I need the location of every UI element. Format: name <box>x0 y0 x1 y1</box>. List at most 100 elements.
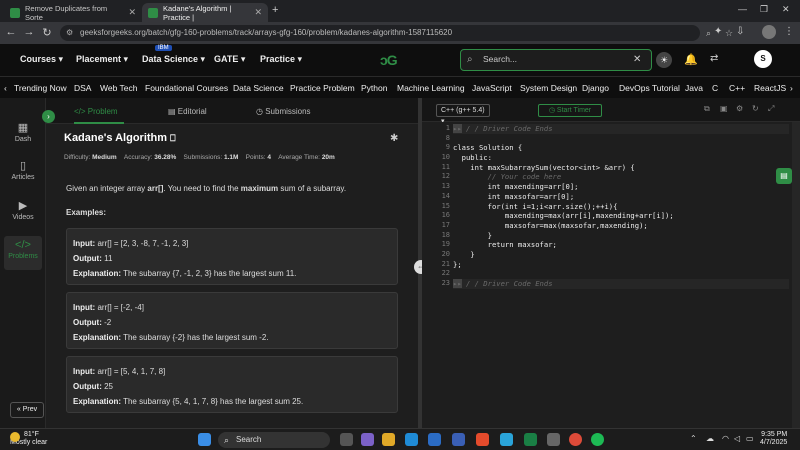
nav-courses[interactable]: Courses ▾ <box>20 54 63 65</box>
profile-avatar-icon[interactable] <box>762 25 776 39</box>
windows-start-icon[interactable] <box>198 433 211 446</box>
category-item[interactable]: DevOps Tutorial <box>619 83 680 93</box>
sidebar-item-videos[interactable]: ▶ Videos <box>4 196 42 230</box>
copilot-icon[interactable] <box>361 433 374 446</box>
code-line[interactable]: maxending=max(arr[i],maxending+arr[i]); <box>453 211 789 221</box>
tab-submissions[interactable]: ◷ Submissions <box>256 107 311 116</box>
notification-bell-icon[interactable]: 🔔 <box>684 53 698 66</box>
settings-gear-icon[interactable]: ⚙ <box>736 104 743 113</box>
nav-data-science[interactable]: Data Science ▾ <box>142 54 205 65</box>
category-item[interactable]: Data Science <box>233 83 284 93</box>
browser-tab-kadane[interactable]: Kadane's Algorithm | Practice | ✕ <box>142 3 268 22</box>
chat-float-icon[interactable]: ▤ <box>776 168 792 184</box>
category-item[interactable]: Foundational Courses <box>145 83 228 93</box>
app-icon[interactable] <box>452 433 465 446</box>
category-item[interactable]: DSA <box>74 83 91 93</box>
volume-icon[interactable]: ◁ <box>734 434 740 443</box>
app-icon[interactable] <box>547 433 560 446</box>
code-line[interactable]: ▸▸ / / Driver Code Ends <box>453 124 789 134</box>
code-line[interactable]: } <box>453 231 789 241</box>
category-item[interactable]: Practice Problem <box>290 83 355 93</box>
fold-marker-icon[interactable]: ▸▸ <box>453 279 462 288</box>
code-line[interactable] <box>453 269 789 279</box>
template-icon[interactable]: ▣ <box>720 104 728 113</box>
forward-icon[interactable]: → <box>22 26 36 38</box>
minimize-icon[interactable]: — <box>738 4 747 14</box>
sidebar-item-problems[interactable]: </> Problems <box>4 236 42 270</box>
app-icon[interactable] <box>524 433 537 446</box>
code-line[interactable]: public: <box>453 153 789 163</box>
nav-gate[interactable]: GATE ▾ <box>214 54 245 65</box>
code-line[interactable]: maxsofar=max(maxsofar,maxending); <box>453 221 789 231</box>
wifi-icon[interactable]: ◠ <box>722 434 729 443</box>
code-line[interactable]: return maxsofar; <box>453 240 789 250</box>
edge-icon[interactable] <box>405 433 418 446</box>
copy-icon[interactable]: ⧉ <box>704 104 710 114</box>
code-line[interactable]: int maxending=arr[0]; <box>453 182 789 192</box>
code-area[interactable]: ▸▸ / / Driver Code Ends class Solution { … <box>453 122 789 289</box>
zoom-icon[interactable]: ⌕ <box>706 25 711 41</box>
fullscreen-icon[interactable]: ⤢ <box>768 104 774 114</box>
tray-expand-icon[interactable]: ⌃ <box>690 434 697 443</box>
search-input[interactable]: ⌕ Search... ✕ <box>460 49 652 71</box>
app-icon[interactable] <box>500 433 513 446</box>
code-line[interactable]: // Your code here <box>453 172 789 182</box>
category-item[interactable]: Python <box>361 83 387 93</box>
category-next-icon[interactable]: › <box>790 83 793 93</box>
prev-button[interactable]: « Prev <box>10 402 44 418</box>
clear-search-icon[interactable]: ✕ <box>633 50 641 69</box>
category-item[interactable]: System Design <box>520 83 577 93</box>
gfg-logo[interactable]: ↄG <box>380 52 398 68</box>
battery-icon[interactable]: ▭ <box>746 434 754 443</box>
start-timer-button[interactable]: ◷ Start Timer <box>538 104 602 117</box>
code-line[interactable]: for(int i=1;i<arr.size();++i){ <box>453 202 789 212</box>
code-line[interactable]: } <box>453 250 789 260</box>
close-window-icon[interactable]: ✕ <box>782 4 790 15</box>
category-item[interactable]: JavaScript <box>472 83 512 93</box>
sidebar-item-dash[interactable]: ▦ Dash <box>4 118 42 152</box>
sidebar-item-articles[interactable]: ▯ Articles <box>4 156 42 190</box>
task-view-icon[interactable] <box>340 433 353 446</box>
chrome-icon[interactable] <box>569 433 582 446</box>
category-item[interactable]: Trending Now <box>14 83 67 93</box>
language-select[interactable]: C++ (g++ 5.4) ▾ <box>436 104 490 125</box>
reset-icon[interactable]: ↻ <box>752 104 759 113</box>
tab-problem[interactable]: </> Problem <box>74 107 118 116</box>
file-explorer-icon[interactable] <box>382 433 395 446</box>
reload-icon[interactable]: ↻ <box>40 26 54 39</box>
code-line[interactable] <box>453 134 789 144</box>
app-icon[interactable] <box>476 433 489 446</box>
bookmark-icon[interactable]: ⎕ <box>170 133 175 143</box>
menu-dots-icon[interactable]: ⋮ <box>784 26 794 37</box>
browser-tab-remove-duplicates[interactable]: Remove Duplicates from Sorte ✕ <box>4 3 142 22</box>
code-line[interactable]: class Solution { <box>453 143 789 153</box>
close-icon[interactable]: ✕ <box>254 7 262 18</box>
category-item[interactable]: Machine Learning <box>397 83 465 93</box>
code-line[interactable]: int maxSubarraySum(vector<int> &arr) { <box>453 163 789 173</box>
translate-icon[interactable]: ⇄ <box>710 53 718 64</box>
taskbar-search[interactable]: ⌕ Search <box>218 432 330 448</box>
expand-sidebar-icon[interactable]: › <box>42 110 55 123</box>
spotify-icon[interactable] <box>591 433 604 446</box>
fold-marker-icon[interactable]: ▸▸ <box>453 124 462 133</box>
cloud-icon[interactable]: ☁ <box>706 434 714 443</box>
extensions-icon[interactable]: ✦ <box>714 26 722 37</box>
back-icon[interactable]: ← <box>4 26 18 38</box>
code-line[interactable]: ▸▸ / / Driver Code Ends <box>453 279 789 289</box>
code-editor[interactable]: 1 8 9 10 11 12 13 14 15 16 17 18 19 20 21 22 23 ▸▸ / / D… <box>422 122 792 428</box>
tab-editorial[interactable]: ▤ Editorial <box>168 107 207 116</box>
new-tab-button[interactable]: + <box>272 4 278 16</box>
theme-toggle-icon[interactable]: ☀ <box>656 52 672 68</box>
download-icon[interactable]: ⇩ <box>736 26 744 37</box>
category-item[interactable]: Java <box>685 83 703 93</box>
restore-icon[interactable]: ❐ <box>760 4 768 15</box>
category-item[interactable]: Web Tech <box>100 83 138 93</box>
category-item[interactable]: C++ <box>729 83 745 93</box>
category-prev-icon[interactable]: ‹ <box>4 83 7 93</box>
category-item[interactable]: C <box>712 83 718 93</box>
url-field[interactable]: ⚙ geeksforgeeks.org/batch/gfg-160-proble… <box>60 25 733 41</box>
bug-report-icon[interactable]: ✱ <box>390 133 398 144</box>
site-info-icon[interactable]: ⚙ <box>66 25 73 41</box>
nav-placement[interactable]: Placement ▾ <box>76 54 128 65</box>
clock[interactable]: 9:35 PM 4/7/2025 <box>760 431 787 447</box>
